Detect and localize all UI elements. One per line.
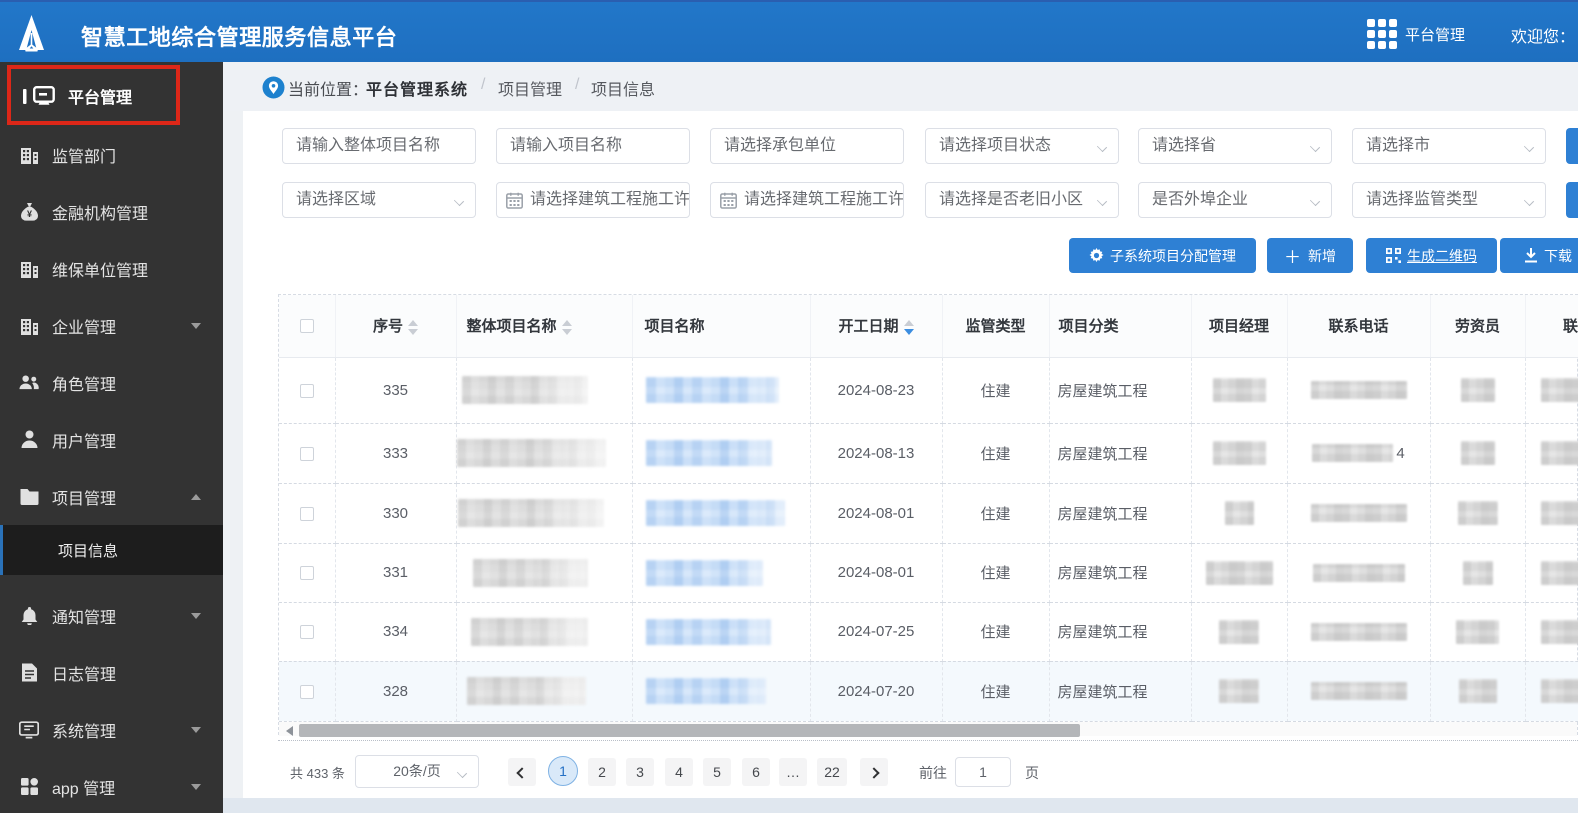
svg-text:¥: ¥ bbox=[26, 209, 31, 219]
